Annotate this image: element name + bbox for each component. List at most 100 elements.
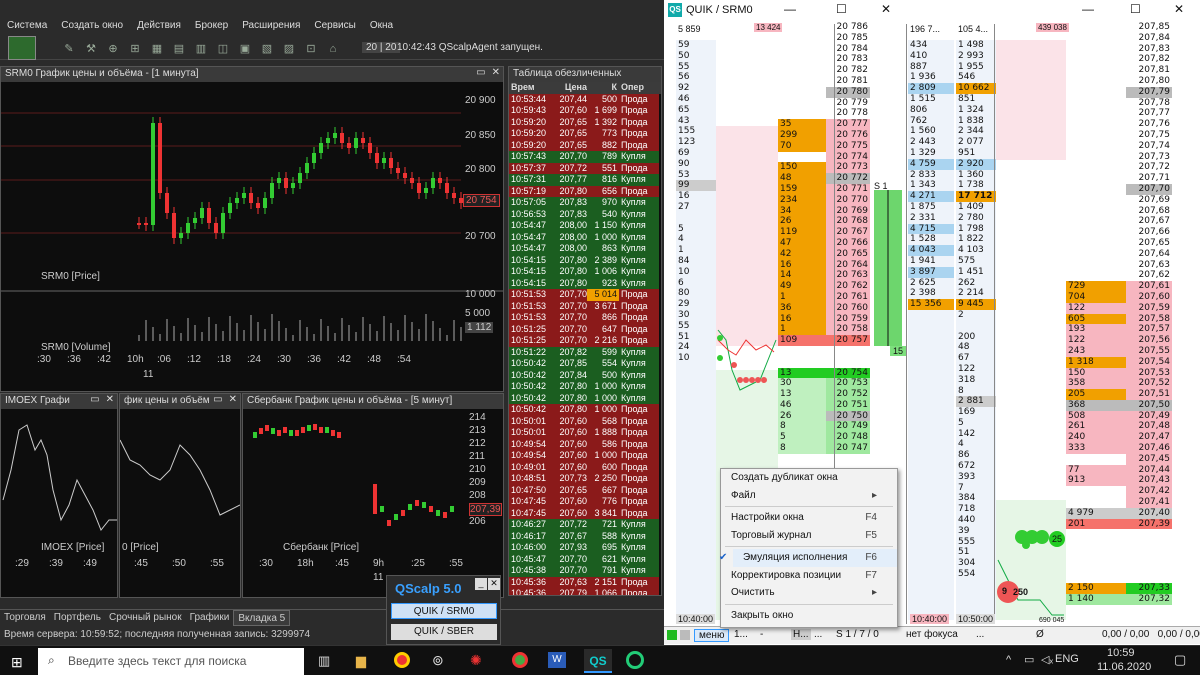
menu-item[interactable]: Брокер — [188, 18, 235, 36]
order-book-row[interactable]: 368 207,50 — [1066, 399, 1172, 411]
table-row[interactable]: 10:50:01 207,60 1 888 Прода — [509, 427, 661, 439]
table-row[interactable]: 10:56:53 207,83 540 Купля — [509, 208, 661, 220]
order-book-row[interactable]: 207,81 — [1066, 65, 1172, 76]
order-book-row[interactable] — [1066, 573, 1172, 584]
order-book-row[interactable]: 207,70 — [1066, 183, 1172, 195]
order-book-row[interactable]: 1 140 207,32 — [1066, 594, 1172, 606]
table-row[interactable]: 10:47:45 207,60 3 841 Прода — [509, 507, 661, 519]
order-book-row[interactable]: 240 207,47 — [1066, 432, 1172, 444]
order-book-row[interactable]: 333 207,46 — [1066, 443, 1172, 454]
table-row[interactable]: 10:51:53 207,70 866 Прода — [509, 312, 661, 324]
restore-icon[interactable]: ▭ — [213, 394, 222, 405]
table-row[interactable]: 10:49:54 207,60 1 000 Прода — [509, 450, 661, 462]
table-row[interactable]: 10:54:47 208,00 1 150 Купля — [509, 220, 661, 232]
tab[interactable]: Портфель — [50, 610, 105, 626]
notifications-icon[interactable]: ▢ — [1174, 652, 1186, 668]
order-book-row[interactable]: 205 207,51 — [1066, 389, 1172, 400]
order-book-row[interactable]: 913 207,43 — [1066, 475, 1172, 487]
table-row[interactable]: 10:51:25 207,70 647 Прода — [509, 323, 661, 335]
network-icon[interactable]: ▭ — [1024, 653, 1034, 666]
qscalp-taskbar-icon[interactable]: QS — [584, 649, 612, 673]
table-row[interactable]: 10:49:01 207,60 600 Прода — [509, 461, 661, 473]
context-menu-item[interactable]: Файл ▸ — [721, 487, 897, 505]
order-book-row[interactable]: 261 207,48 — [1066, 421, 1172, 433]
order-book-row[interactable]: 35 20 777 — [778, 119, 870, 130]
table-row[interactable]: 10:46:27 207,72 721 Купля — [509, 519, 661, 531]
order-book-row[interactable]: 207,84 — [1066, 33, 1172, 44]
menu-item[interactable]: Создать окно — [54, 18, 130, 36]
context-menu-item[interactable]: Создать дубликат окна — [721, 469, 897, 487]
context-menu-item[interactable]: Настройки окна F4 — [721, 509, 897, 527]
table-row[interactable]: 10:46:00 207,93 695 Купля — [509, 542, 661, 554]
table-row[interactable]: 10:59:43 207,60 1 699 Прода — [509, 105, 661, 117]
tray-up-icon[interactable]: ^ — [1006, 654, 1011, 666]
tool-icon[interactable]: ⌂ — [326, 42, 340, 56]
maximize-icon[interactable]: ☐ — [836, 2, 847, 16]
order-book-row[interactable]: 207,42 — [1066, 486, 1172, 498]
order-book-row[interactable]: 207,78 — [1066, 98, 1172, 109]
order-book-row[interactable]: 109 20 757 — [778, 335, 870, 346]
table-row[interactable]: 10:50:42 207,80 1 000 Прода — [509, 404, 661, 416]
order-book-row[interactable]: 150 20 773 — [778, 162, 870, 174]
order-book-row[interactable]: 207,41 — [1066, 497, 1172, 508]
order-book-sber[interactable]: 207,85 207,84 207,83 207,82 207,81 207,80 207,… — [1066, 22, 1172, 626]
close-icon[interactable]: ✕ — [881, 2, 891, 16]
tool-icon[interactable]: ▧ — [260, 42, 274, 56]
table-row[interactable]: 10:57:19 207,80 656 Прода — [509, 185, 661, 197]
menu-item[interactable]: Окна — [363, 18, 400, 36]
order-book-row[interactable]: 20 778 — [778, 108, 870, 119]
column-header[interactable]: Цена — [549, 82, 587, 94]
order-book-row[interactable]: 70 20 775 — [778, 140, 870, 152]
maximize-icon[interactable]: ☐ — [1130, 2, 1141, 16]
close-icon[interactable]: ✕ — [106, 394, 114, 405]
order-book-row[interactable]: 13 20 752 — [778, 389, 870, 400]
order-book-row[interactable]: 207,85 — [1066, 22, 1172, 33]
table-row[interactable]: 10:47:50 207,65 667 Прода — [509, 484, 661, 496]
order-book-row[interactable]: 207,79 — [1066, 86, 1172, 98]
table-row[interactable]: 10:57:37 207,72 551 Прода — [509, 162, 661, 174]
order-book-row[interactable]: 34 20 769 — [778, 205, 870, 217]
bottom-field[interactable]: - — [760, 629, 763, 640]
order-book-row[interactable]: 605 207,58 — [1066, 313, 1172, 325]
table-row[interactable]: 10:50:42 207,84 500 Купля — [509, 369, 661, 381]
order-book-row[interactable]: 207,71 — [1066, 173, 1172, 184]
quik-taskbar-icon[interactable] — [626, 651, 644, 669]
order-book-srm0[interactable]: 20 786 20 785 20 784 20 783 20 782 20 781 20 7… — [778, 22, 870, 492]
bottom-field[interactable]: 1... — [734, 629, 748, 640]
order-book-row[interactable]: 48 20 772 — [778, 173, 870, 184]
menu-item[interactable]: Система — [0, 18, 54, 36]
order-book-row[interactable]: 8 20 749 — [778, 421, 870, 433]
order-book-row[interactable]: 207,72 — [1066, 162, 1172, 173]
order-book-row[interactable]: 358 207,52 — [1066, 378, 1172, 390]
order-book-row[interactable]: 20 786 — [778, 22, 870, 33]
table-row[interactable]: 10:54:47 208,00 863 Купля — [509, 243, 661, 255]
column-header[interactable]: К — [587, 82, 619, 94]
table-row[interactable]: 10:50:42 207,80 1 000 Купля — [509, 392, 661, 404]
table-row[interactable]: 10:45:36 207,79 1 066 Прода — [509, 588, 661, 595]
close-icon[interactable]: ✕ — [492, 67, 500, 78]
order-book-row[interactable]: 704 207,60 — [1066, 291, 1172, 303]
file-explorer-icon[interactable]: ▆ — [356, 653, 366, 669]
order-book-row[interactable]: 207,68 — [1066, 206, 1172, 217]
order-book-row[interactable]: 20 774 — [778, 151, 870, 163]
switch-sber-button[interactable]: QUIK / SBER — [391, 624, 497, 640]
order-book-row[interactable] — [1066, 529, 1172, 540]
lang-indicator[interactable]: ENG — [1055, 653, 1079, 665]
table-row[interactable]: 10:54:47 208,00 1 000 Купля — [509, 231, 661, 243]
order-book-row[interactable]: 234 20 770 — [778, 194, 870, 206]
order-book-row[interactable]: 243 207,55 — [1066, 345, 1172, 357]
close-icon[interactable]: ✕ — [488, 578, 500, 590]
order-book-row[interactable]: 207,64 — [1066, 249, 1172, 260]
order-book-row[interactable]: 49 20 762 — [778, 281, 870, 292]
table-row[interactable]: 10:45:47 207,70 621 Купля — [509, 553, 661, 565]
order-book-row[interactable]: 20 780 — [778, 86, 870, 98]
order-book-row[interactable] — [1066, 551, 1172, 562]
context-menu-item[interactable]: Закрыть окно — [721, 607, 897, 625]
order-book-row[interactable]: 159 20 771 — [778, 183, 870, 195]
order-book-row[interactable]: 207,65 — [1066, 238, 1172, 249]
close-icon[interactable]: ✕ — [1174, 2, 1184, 16]
column-header[interactable]: Опер — [619, 82, 659, 94]
bottom-field[interactable]: Н... — [791, 629, 811, 640]
table-row[interactable]: 10:51:53 207,70 3 671 Прода — [509, 300, 661, 312]
word-icon[interactable]: W — [548, 652, 566, 668]
